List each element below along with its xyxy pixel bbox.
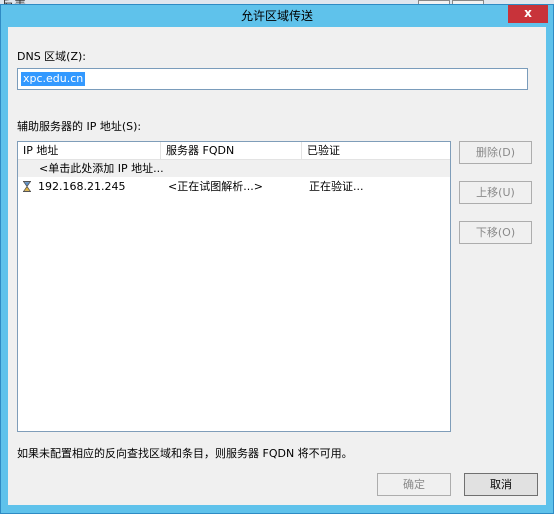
cancel-button[interactable]: 取消	[464, 473, 538, 496]
delete-button[interactable]: 删除(D)	[459, 141, 532, 164]
verified-cell: 正在验证...	[309, 180, 364, 193]
close-button[interactable]: x	[508, 5, 548, 23]
servers-label: 辅助服务器的 IP 地址(S):	[17, 120, 142, 133]
column-ip-address[interactable]: IP 地址	[18, 142, 161, 159]
fqdn-note: 如果未配置相应的反向查找区域和条目，则服务器 FQDN 将不可用。	[17, 447, 353, 460]
hourglass-icon	[23, 181, 31, 192]
zone-name-field[interactable]: xpc.edu.cn	[17, 68, 528, 90]
list-header: IP 地址 服务器 FQDN 已验证	[18, 142, 450, 160]
dialog-body: DNS 区域(Z): xpc.edu.cn 辅助服务器的 IP 地址(S): I…	[8, 27, 546, 505]
fqdn-cell: <正在试图解析...>	[168, 180, 263, 193]
move-down-button[interactable]: 下移(O)	[459, 221, 532, 244]
ok-button[interactable]: 确定	[377, 473, 451, 496]
server-ip-list[interactable]: IP 地址 服务器 FQDN 已验证 <单击此处添加 IP 地址... 192.…	[17, 141, 451, 432]
table-row[interactable]: 192.168.21.245 <正在试图解析...> 正在验证...	[18, 178, 450, 195]
add-ip-placeholder: <单击此处添加 IP 地址...	[39, 162, 164, 175]
move-up-button[interactable]: 上移(U)	[459, 181, 532, 204]
column-server-fqdn[interactable]: 服务器 FQDN	[161, 142, 302, 159]
title-bar[interactable]: 允许区域传送 x	[1, 5, 553, 27]
column-verified[interactable]: 已验证	[302, 142, 450, 159]
zone-name-value: xpc.edu.cn	[21, 72, 86, 86]
add-ip-row[interactable]: <单击此处添加 IP 地址...	[18, 160, 450, 177]
ip-address-cell: 192.168.21.245	[38, 180, 126, 193]
allow-zone-transfer-dialog: 允许区域传送 x DNS 区域(Z): xpc.edu.cn 辅助服务器的 IP…	[0, 4, 554, 514]
dialog-title: 允许区域传送	[240, 9, 313, 23]
zone-label: DNS 区域(Z):	[17, 50, 87, 63]
